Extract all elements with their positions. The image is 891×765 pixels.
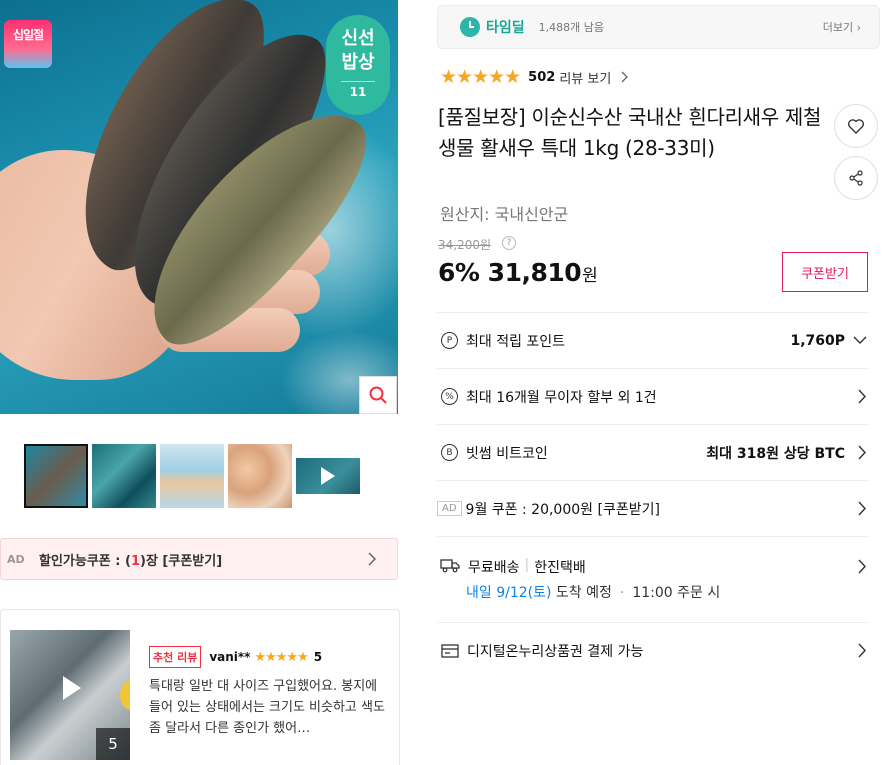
chevron-right-icon (368, 552, 377, 566)
get-coupon-button[interactable]: 쿠폰받기 (782, 252, 868, 292)
truck-icon (440, 559, 460, 573)
discount-coupon-bar[interactable]: AD 할인가능쿠폰 : (1)장 [쿠폰받기] (0, 538, 398, 580)
bithumb-value: 최대 318원 상당 BTC (706, 445, 845, 462)
points-value: 1,760P (790, 332, 845, 349)
chevron-down-icon (853, 336, 867, 344)
review-header: 추천 리뷰 vani** ★★★★★ 5 (149, 646, 322, 668)
thumbnail-strip (24, 444, 360, 508)
alarm-clock-icon (460, 17, 480, 37)
product-title: [품질보장] 이순신수산 국내산 흰다리새우 제철 생물 활새우 특대 1kg … (438, 105, 822, 160)
play-icon (63, 676, 81, 700)
free-shipping-label: 무료배송 (468, 560, 520, 576)
points-row[interactable]: P 최대 적립 포인트 1,760P (437, 312, 869, 368)
timedeal-label: 타임딜 (486, 20, 525, 36)
play-icon (321, 467, 335, 485)
bithumb-label: 빗썸 비트코인 (466, 445, 548, 462)
review-score: 5 (313, 650, 323, 664)
price-value: 31,810 (487, 258, 582, 287)
search-icon (369, 386, 387, 404)
currency: 원 (582, 266, 598, 286)
shipping-row[interactable]: 무료배송 | 한진택배 (437, 536, 869, 622)
chevron-right-icon (858, 389, 866, 404)
origin-info: 원산지: 국내신안군 (440, 205, 569, 224)
share-icon (849, 170, 863, 186)
coupon-text: 할인가능쿠폰 : (1)장 [쿠폰받기] (39, 553, 223, 569)
monthly-coupon-row[interactable]: AD 9월 쿠폰 : 20,000원 [쿠폰받기] (437, 480, 869, 536)
rating-summary[interactable]: ★★★★★ 502 리뷰 보기 (440, 66, 629, 88)
media-count: 5 (96, 728, 130, 760)
review-media[interactable]: 5 (10, 630, 130, 760)
carrier-name: 한진택배 (534, 560, 586, 576)
payment-label: 디지털온누리상품권 결제 가능 (467, 643, 644, 660)
rating-stars: ★★★★★ (440, 66, 521, 88)
percent-icon: % (441, 388, 458, 405)
review-text: 특대랑 일반 대 사이즈 구입했어요. 봉지에 들어 있는 상태에서는 크기도 … (149, 679, 385, 736)
review-card[interactable]: 5 추천 리뷰 vani** ★★★★★ 5 특대랑 일반 대 사이즈 구입했어… (0, 609, 400, 765)
heart-icon (847, 119, 865, 134)
share-button[interactable] (834, 156, 878, 200)
discount-rate: 6% (438, 258, 480, 287)
installment-row[interactable]: % 최대 16개월 무이자 할부 외 1건 (437, 368, 869, 424)
bitcoin-icon: B (441, 444, 458, 461)
order-cutoff: 11:00 주문 시 (632, 585, 721, 601)
dot-separator: · (619, 585, 625, 601)
chevron-right-icon (858, 643, 866, 658)
chevron-right-icon (858, 501, 866, 516)
thumbnail[interactable] (92, 444, 156, 508)
delivery-suffix: 도착 예정 (551, 585, 612, 601)
remaining-count: 1,488개 남음 (538, 21, 604, 34)
points-label: 최대 적립 포인트 (466, 333, 566, 350)
product-main-image[interactable]: 십일절 신선 밥상 11 (0, 0, 398, 414)
chevron-right-icon (621, 71, 629, 83)
more-link[interactable]: 더보기 › (823, 19, 861, 35)
fresh-badge: 신선 밥상 11 (326, 15, 390, 115)
review-link[interactable]: 리뷰 보기 (559, 68, 611, 87)
divider: | (524, 557, 530, 573)
bithumb-row[interactable]: B 빗썸 비트코인 최대 318원 상당 BTC (437, 424, 869, 480)
chevron-right-icon (858, 559, 866, 574)
ad-label: AD (7, 552, 25, 566)
reviewer-name: vani** (209, 650, 251, 664)
point-icon: P (441, 332, 458, 349)
delivery-date: 내일 9/12(토) (466, 585, 552, 601)
sale-price: 6% 31,810원 (438, 258, 598, 287)
payment-row[interactable]: 디지털온누리상품권 결제 가능 (437, 622, 869, 678)
monthly-coupon-label: 9월 쿠폰 : 20,000원 [쿠폰받기] (465, 501, 660, 518)
wishlist-button[interactable] (834, 104, 878, 148)
timedeal-bar[interactable]: 타임딜 1,488개 남음 더보기 › (437, 5, 880, 49)
thumbnail[interactable] (24, 444, 88, 508)
thumbnail[interactable] (160, 444, 224, 508)
zoom-button[interactable] (359, 376, 397, 414)
card-icon (441, 643, 459, 658)
original-price: 34,200원 (438, 238, 492, 252)
recommended-tag: 추천 리뷰 (149, 646, 202, 668)
delivery-estimate: 내일 9/12(토) 도착 예정 · 11:00 주문 시 (466, 582, 720, 602)
video-thumbnail[interactable] (296, 458, 360, 494)
installment-label: 최대 16개월 무이자 할부 외 1건 (466, 389, 657, 406)
chevron-right-icon (858, 445, 866, 460)
review-stars: ★★★★★ (254, 649, 308, 665)
decor (120, 680, 130, 710)
help-icon[interactable]: ? (502, 236, 516, 250)
review-count: 502 (528, 69, 556, 85)
event-badge: 십일절 (4, 20, 52, 68)
thumbnail[interactable] (228, 444, 292, 508)
ad-label: AD (437, 501, 462, 516)
